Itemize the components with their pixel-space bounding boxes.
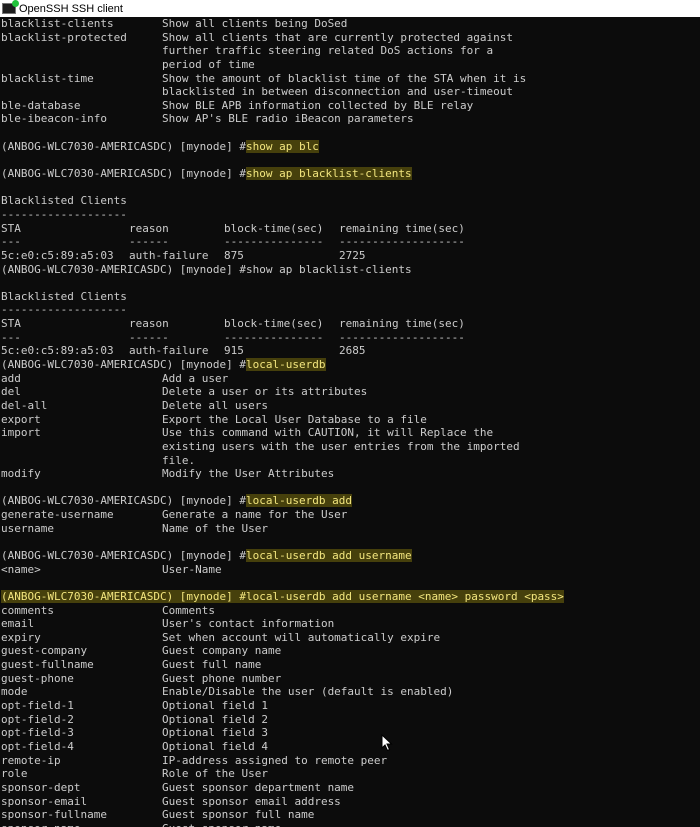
table-row: 5c:e0:c5:89:a5:03 auth-failure 875 2725	[1, 248, 366, 262]
cli-prompt: (ANBOG-WLC7030-AMERICASDC) [mynode] #loc…	[1, 589, 564, 603]
help-line: opt-field-4 Optional field 4	[1, 739, 268, 753]
command-line: (ANBOG-WLC7030-AMERICASDC) [mynode] #sho…	[0, 167, 700, 181]
command-line: (ANBOG-WLC7030-AMERICASDC) [mynode] #loc…	[0, 358, 700, 372]
cli-prompt: (ANBOG-WLC7030-AMERICASDC) [mynode] #loc…	[1, 494, 353, 508]
help-line: guest-company Guest company name	[1, 644, 282, 658]
section-rule: -------------------	[1, 207, 127, 221]
help-line: generate-username Generate a name for the…	[1, 508, 348, 522]
help-line: sponsor-nameGuest sponsor name	[0, 822, 700, 827]
help-line: guest-fullname Guest full name	[1, 658, 262, 672]
cli-prompt: (ANBOG-WLC7030-AMERICASDC) [mynode] #sho…	[1, 167, 412, 181]
cli-prompt: (ANBOG-WLC7030-AMERICASDC) [mynode] #loc…	[1, 358, 326, 372]
help-line: del Delete a user or its attributes	[1, 385, 368, 399]
command-line: (ANBOG-WLC7030-AMERICASDC) [mynode] #sho…	[0, 139, 700, 154]
help-line: <name> User-Name	[1, 562, 222, 576]
typed-command: local-userdb add username <name> passwor…	[246, 589, 564, 603]
help-line: ble-database Show BLE APB information col…	[1, 98, 474, 112]
table-rule: --- ------ --------------- ----------------…	[1, 330, 465, 344]
help-line: comments Comments	[1, 603, 215, 617]
help-line: ble-ibeacon-info Show AP's BLE radio iBea…	[1, 112, 414, 126]
help-line: username Name of the User	[1, 521, 268, 535]
help-line: mode Enable/Disable the user (default is …	[1, 685, 454, 699]
terminal-app-icon	[2, 0, 19, 14]
typed-command: local-userdb	[246, 358, 326, 372]
command-line: (ANBOG-WLC7030-AMERICASDC) [mynode] #loc…	[0, 548, 700, 563]
typed-command: show ap blc	[246, 139, 319, 153]
help-line: remote-ip IP-address assigned to remote p…	[1, 753, 388, 767]
command-line: (ANBOG-WLC7030-AMERICASDC) [mynode] #sho…	[0, 263, 700, 277]
help-line: import Use this command with CAUTION, it …	[1, 426, 494, 440]
help-line: sponsor-email Guest sponsor email address	[1, 794, 341, 808]
help-line: opt-field-1 Optional field 1	[1, 699, 268, 713]
help-line: sponsor-fullname Guest sponsor full name	[1, 808, 315, 822]
help-line: add Add a user	[1, 371, 229, 385]
help-line: period of time	[162, 57, 255, 71]
window-titlebar: OpenSSH SSH client	[0, 0, 700, 17]
help-line: file.	[162, 453, 196, 467]
help-line: email User's contact information	[1, 617, 335, 631]
help-line: sponsor-dept Guest sponsor department nam…	[1, 780, 355, 794]
help-line: export Export the Local User Database to …	[1, 412, 427, 426]
command-line: (ANBOG-WLC7030-AMERICASDC) [mynode] #loc…	[0, 494, 700, 508]
help-line: opt-field-2 Optional field 2	[1, 712, 268, 726]
cli-prompt: (ANBOG-WLC7030-AMERICASDC) [mynode] #loc…	[1, 548, 412, 562]
table-row: 5c:e0:c5:89:a5:03 auth-failure 915 2685	[1, 344, 366, 358]
help-line: guest-phone Guest phone number	[1, 671, 282, 685]
help-line: opt-field-3 Optional field 3	[1, 726, 268, 740]
section-rule: -------------------	[1, 303, 127, 317]
command-line: (ANBOG-WLC7030-AMERICASDC) [mynode] #loc…	[0, 589, 700, 604]
help-line: further traffic steering related DoS act…	[162, 44, 494, 58]
help-line: existing users with the user entries fro…	[162, 439, 520, 453]
help-line: blacklist-time Show the amount of blackli…	[1, 71, 527, 85]
typed-command: show ap blacklist-clients	[246, 262, 412, 276]
help-line: blacklist-protected Show all clients that…	[1, 30, 513, 44]
help-line: del-all Delete all users	[1, 398, 268, 412]
typed-command: local-userdb add	[246, 494, 353, 508]
help-line: modify Modify the User Attributes	[1, 467, 335, 481]
cli-prompt: (ANBOG-WLC7030-AMERICASDC) [mynode] #sho…	[1, 262, 412, 276]
table-header: STA reason block-time(sec) remaining time(s…	[1, 317, 465, 331]
mouse-pointer-icon	[381, 734, 393, 752]
table-header: STA reason block-time(sec) remaining time(s…	[1, 221, 465, 235]
table-rule: --- ------ --------------- ----------------…	[1, 235, 465, 249]
section-title: Blacklisted Clients	[1, 289, 127, 303]
typed-command: local-userdb add username	[246, 548, 412, 562]
help-line: role Role of the User	[1, 767, 268, 781]
window-title: OpenSSH SSH client	[19, 2, 123, 15]
terminal-output[interactable]: blacklist-clients Show all clients being …	[0, 17, 700, 827]
help-line: blacklisted in between disconnection and…	[162, 85, 513, 99]
cli-prompt: (ANBOG-WLC7030-AMERICASDC) [mynode] #sho…	[1, 139, 319, 153]
help-line: expiry Set when account will automaticall…	[1, 630, 441, 644]
typed-command: show ap blacklist-clients	[246, 167, 412, 181]
help-line: blacklist-clients Show all clients being …	[1, 17, 348, 30]
section-title: Blacklisted Clients	[1, 194, 127, 208]
